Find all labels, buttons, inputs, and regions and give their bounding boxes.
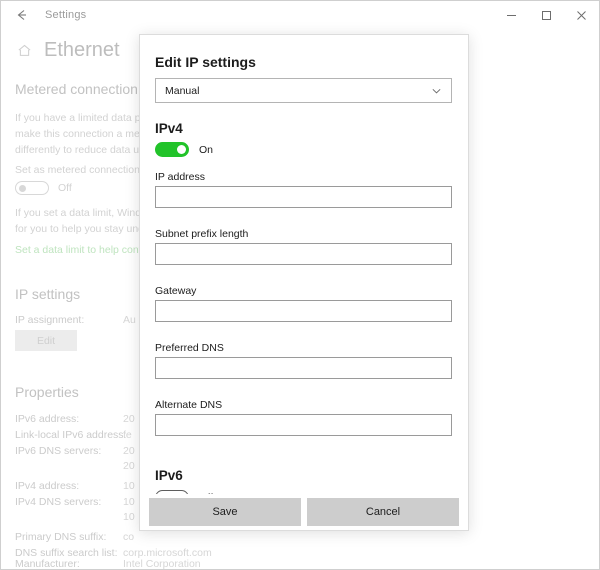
property-label: Manufacturer: (15, 558, 80, 570)
titlebar: Settings (1, 1, 599, 29)
metered-description-line-1: If you have a limited data plan (15, 112, 155, 124)
property-value: 10 (123, 496, 135, 508)
close-icon[interactable] (564, 1, 599, 29)
ip-address-input[interactable] (155, 186, 452, 208)
data-limit-link[interactable]: Set a data limit to help contro (15, 244, 151, 256)
ip-address-label: IP address (155, 171, 205, 183)
subnet-prefix-length-input[interactable] (155, 243, 452, 265)
data-limit-line-1: If you set a data limit, Window (15, 207, 154, 219)
ip-assignment-value: Au (123, 314, 136, 326)
back-arrow-icon[interactable] (5, 2, 39, 28)
titlebar-title: Settings (45, 9, 86, 21)
property-value: 20 (123, 460, 135, 472)
metered-description-line-3: differently to reduce data usag (15, 144, 156, 156)
toggle-knob (19, 185, 26, 192)
window-controls (494, 1, 599, 29)
ipv4-toggle-state: On (199, 144, 213, 156)
alternate-dns-label: Alternate DNS (155, 399, 222, 411)
alternate-dns-input[interactable] (155, 414, 452, 436)
property-value: Intel Corporation (123, 558, 201, 570)
subnet-prefix-length-label: Subnet prefix length (155, 228, 248, 240)
ip-settings-heading: IP settings (15, 286, 80, 302)
gateway-input[interactable] (155, 300, 452, 322)
dialog-scroll-area: Edit IP settings Manual IPv4 On IP addre… (140, 35, 468, 496)
cancel-button[interactable]: Cancel (307, 498, 459, 526)
dialog-title: Edit IP settings (155, 54, 256, 70)
metered-description-line-2: make this connection a metere (15, 128, 158, 140)
ip-assignment-label: IP assignment: (15, 314, 84, 326)
ip-assignment-mode-value: Manual (165, 85, 199, 97)
property-value: 10 (123, 480, 135, 492)
ipv6-heading: IPv6 (155, 468, 183, 483)
chevron-down-icon (431, 85, 442, 96)
property-value: 20 (123, 413, 135, 425)
metered-toggle-label: Set as metered connection (15, 164, 140, 176)
maximize-icon[interactable] (529, 1, 564, 29)
page-header: Ethernet (17, 39, 120, 62)
metered-connection-toggle[interactable]: Off (15, 181, 72, 195)
property-label: IPv6 DNS servers: (15, 445, 101, 457)
property-label: IPv4 address: (15, 480, 79, 492)
toggle-knob (177, 145, 186, 154)
metered-toggle-state: Off (58, 182, 72, 194)
edit-ip-settings-button[interactable]: Edit (15, 330, 77, 351)
dialog-button-bar: Save Cancel (140, 494, 468, 530)
property-value: 10 (123, 511, 135, 523)
property-label: IPv4 DNS servers: (15, 496, 101, 508)
settings-window: Settings (0, 0, 600, 570)
property-value: fe (123, 429, 132, 441)
save-button[interactable]: Save (149, 498, 301, 526)
metered-connection-heading: Metered connection (15, 81, 138, 97)
page-title: Ethernet (44, 39, 120, 62)
home-icon[interactable] (17, 43, 32, 58)
gateway-label: Gateway (155, 285, 196, 297)
ipv4-toggle[interactable]: On (155, 142, 213, 157)
toggle-track (15, 181, 49, 195)
property-label: Primary DNS suffix: (15, 531, 106, 543)
property-value: 20 (123, 445, 135, 457)
edit-ip-settings-dialog: Edit IP settings Manual IPv4 On IP addre… (139, 34, 469, 531)
preferred-dns-label: Preferred DNS (155, 342, 224, 354)
property-label: Link-local IPv6 address: (15, 429, 126, 441)
ipv4-heading: IPv4 (155, 121, 183, 136)
properties-heading: Properties (15, 384, 79, 400)
ip-assignment-mode-dropdown[interactable]: Manual (155, 78, 452, 103)
data-limit-line-2: for you to help you stay under (15, 223, 153, 235)
property-value: co (123, 531, 134, 543)
property-label: IPv6 address: (15, 413, 79, 425)
minimize-icon[interactable] (494, 1, 529, 29)
toggle-track (155, 142, 189, 157)
preferred-dns-input[interactable] (155, 357, 452, 379)
